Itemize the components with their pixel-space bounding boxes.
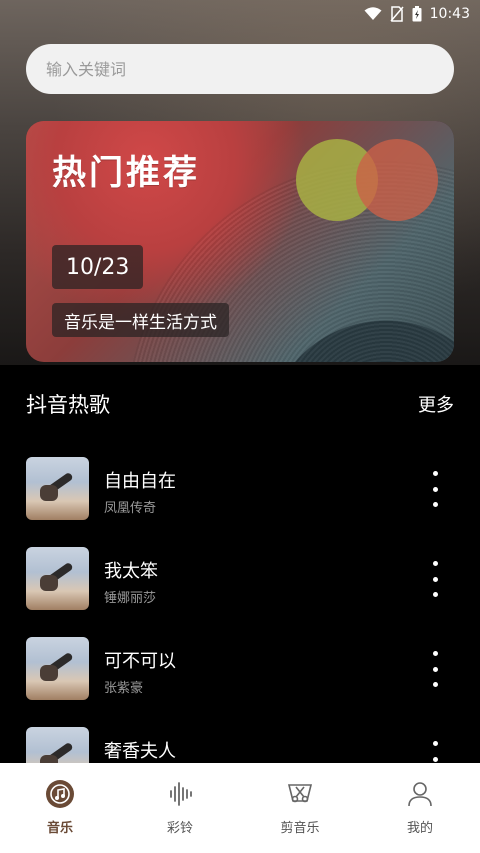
recommend-banner[interactable]: 热门推荐 10/23 音乐是一样生活方式 — [26, 121, 454, 362]
song-cover-image — [26, 637, 89, 700]
section-header: 抖音热歌 更多 — [26, 389, 454, 419]
music-disc-icon — [46, 780, 74, 808]
tab-label: 剪音乐 — [280, 821, 320, 836]
banner-date: 10/23 — [52, 245, 144, 289]
decor-circle-red — [356, 139, 438, 221]
song-artist: 凤凰传奇 — [104, 501, 157, 516]
song-title: 我太笨 — [104, 561, 158, 582]
search-bar[interactable] — [26, 44, 454, 94]
song-item[interactable]: 可不可以 张紫豪 — [0, 635, 480, 725]
tab-label: 我的 — [406, 821, 433, 836]
battery-icon — [412, 6, 422, 22]
status-bar: 10:43 — [0, 0, 480, 28]
song-list: 自由自在 凤凰传奇 我太笨 锤娜丽莎 可不可以 张紫豪 奢香夫人 — [0, 455, 480, 815]
scissors-icon — [287, 784, 313, 803]
no-sim-icon — [390, 6, 404, 22]
bottom-tab-bar: 音乐 彩铃 剪音乐 我的 — [0, 763, 480, 853]
more-link[interactable]: 更多 — [418, 391, 454, 417]
section-title: 抖音热歌 — [26, 393, 110, 417]
more-vertical-icon[interactable] — [425, 471, 445, 507]
song-item[interactable]: 我太笨 锤娜丽莎 — [0, 545, 480, 635]
banner-slogan: 音乐是一样生活方式 — [52, 303, 229, 337]
wifi-icon — [364, 7, 382, 20]
song-artist: 锤娜丽莎 — [104, 591, 157, 606]
banner-title: 热门推荐 — [52, 153, 200, 193]
song-cover-image — [26, 457, 89, 520]
tab-label: 音乐 — [46, 821, 73, 836]
tab-cut-music[interactable]: 剪音乐 — [240, 779, 360, 836]
song-item[interactable]: 自由自在 凤凰传奇 — [0, 455, 480, 545]
tab-ringtone[interactable]: 彩铃 — [120, 779, 240, 836]
more-vertical-icon[interactable] — [425, 651, 445, 687]
tab-profile[interactable]: 我的 — [360, 779, 480, 836]
status-time: 10:43 — [429, 6, 470, 22]
song-artist: 张紫豪 — [104, 681, 144, 696]
song-title: 奢香夫人 — [104, 741, 176, 762]
user-icon — [408, 782, 432, 807]
more-vertical-icon[interactable] — [425, 561, 445, 597]
song-title: 可不可以 — [104, 651, 176, 672]
song-title: 自由自在 — [104, 471, 176, 492]
song-cover-image — [26, 547, 89, 610]
search-input[interactable] — [46, 44, 454, 94]
soundwave-icon — [170, 782, 192, 806]
tab-music[interactable]: 音乐 — [0, 779, 120, 836]
tab-label: 彩铃 — [166, 821, 193, 836]
